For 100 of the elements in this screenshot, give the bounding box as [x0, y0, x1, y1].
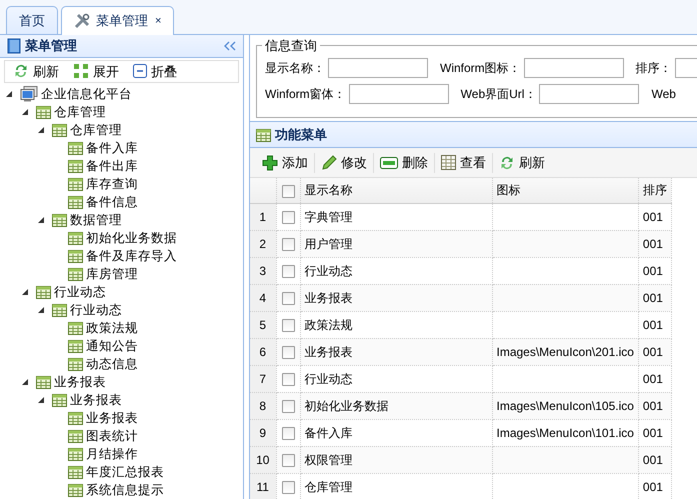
tree-node[interactable]: 业务报表: [3, 373, 243, 391]
grid-icon: [68, 178, 83, 190]
grid-icon: [68, 448, 83, 460]
collapse-panel-icon[interactable]: [224, 40, 236, 51]
grid-icon: [68, 268, 83, 280]
column-header[interactable]: 显示名称: [300, 178, 492, 203]
table-cell: Images\MenuIcon\101.ico: [496, 426, 634, 440]
checkbox[interactable]: [282, 426, 294, 440]
checkbox[interactable]: [282, 346, 294, 359]
expanded-arrow-icon[interactable]: [21, 108, 29, 116]
tree-node[interactable]: 仓库管理: [3, 121, 243, 139]
checkbox[interactable]: [282, 318, 294, 332]
refresh-button[interactable]: 刷新: [493, 152, 551, 172]
expanded-arrow-icon[interactable]: [37, 306, 45, 314]
checkbox[interactable]: [282, 400, 294, 413]
tree-node[interactable]: 企业信息化平台: [3, 85, 243, 103]
grid-icon: [68, 322, 83, 334]
grid-icon: [441, 155, 456, 170]
table-cell: 001: [638, 230, 672, 257]
expanded-arrow-icon[interactable]: [5, 90, 13, 98]
tree-node[interactable]: 备件及库存导入: [3, 247, 243, 265]
checkbox[interactable]: [282, 264, 294, 278]
grid-icon: [68, 142, 83, 154]
row-number: 8: [250, 392, 276, 419]
expanded-arrow-icon[interactable]: [37, 396, 45, 404]
field-label: Web界面Url：: [460, 86, 536, 103]
input-field[interactable]: [539, 84, 640, 104]
checkbox[interactable]: [282, 210, 294, 224]
tree-node[interactable]: 行业动态: [3, 283, 243, 301]
tab[interactable]: 首页: [6, 6, 58, 34]
tree-node[interactable]: 系统信息提示: [3, 481, 243, 499]
table-cell: Images\MenuIcon\201.ico: [496, 344, 634, 358]
table-cell: 业务报表: [300, 284, 492, 311]
table-cell: 001: [638, 392, 672, 419]
close-icon[interactable]: ×: [155, 12, 162, 30]
row-number: 2: [250, 230, 276, 257]
row-number: 7: [250, 365, 276, 392]
field-label: Winform窗体：: [265, 86, 346, 103]
refresh-button[interactable]: 刷新: [13, 62, 59, 81]
expand-button[interactable]: 展开: [73, 62, 119, 81]
expanded-arrow-icon[interactable]: [21, 288, 29, 296]
minus-square-icon: [133, 64, 147, 78]
delete-button[interactable]: 删除: [374, 152, 435, 172]
expanded-arrow-icon[interactable]: [37, 216, 45, 224]
edit-button[interactable]: 修改: [315, 152, 374, 172]
tree-node[interactable]: 数据管理: [3, 211, 243, 229]
grid-icon: [36, 106, 51, 118]
input-field[interactable]: [348, 84, 449, 104]
refresh-icon: [13, 63, 29, 80]
table-cell: 权限管理: [300, 446, 492, 473]
row-number: 1: [250, 203, 276, 230]
add-button[interactable]: 添加: [256, 152, 315, 172]
checkbox[interactable]: [282, 292, 294, 305]
row-number: 6: [250, 338, 276, 365]
tree-node[interactable]: 通知公告: [3, 337, 243, 355]
checkbox[interactable]: [282, 372, 294, 386]
checkbox[interactable]: [282, 454, 294, 467]
tab[interactable]: 菜单管理 ×: [61, 6, 174, 35]
expanded-arrow-icon[interactable]: [37, 126, 45, 134]
checkbox[interactable]: [282, 238, 294, 251]
collapse-button[interactable]: 折叠: [133, 62, 177, 81]
tree-node[interactable]: 备件出库: [3, 157, 243, 175]
grid-icon: [256, 128, 271, 142]
minus-bar-icon: [380, 156, 398, 168]
tree-node[interactable]: 动态信息: [3, 355, 243, 373]
checkbox[interactable]: [282, 480, 294, 494]
tree-node[interactable]: 库存查询: [3, 175, 243, 193]
column-header[interactable]: 图标: [492, 178, 638, 203]
tree-node[interactable]: 仓库管理: [3, 103, 243, 121]
tree-node[interactable]: 业务报表: [3, 409, 243, 427]
tree-node[interactable]: 初始化业务数据: [3, 229, 243, 247]
expanded-arrow-icon[interactable]: [21, 378, 29, 386]
grid-icon: [68, 412, 83, 424]
input-field[interactable]: [524, 58, 624, 78]
input-field[interactable]: [328, 58, 428, 78]
grid-icon: [52, 394, 67, 406]
refresh-icon: [499, 154, 515, 170]
tree-node[interactable]: 政策法规: [3, 319, 243, 337]
tree-node[interactable]: 年度汇总报表: [3, 463, 243, 481]
tree-node[interactable]: 图表统计: [3, 427, 243, 445]
grid-icon: [36, 286, 51, 298]
view-button[interactable]: 查看: [435, 152, 493, 172]
grid-icon: [68, 466, 83, 478]
tree-node[interactable]: 备件入库: [3, 139, 243, 157]
panel-title: 菜单管理: [25, 37, 78, 55]
tree-node[interactable]: 业务报表: [3, 391, 243, 409]
tree-node[interactable]: 行业动态: [3, 301, 243, 319]
column-header[interactable]: 排序: [638, 178, 672, 203]
panel-title: 功能菜单: [275, 126, 327, 144]
grid-icon: [68, 196, 83, 208]
table-cell: 001: [638, 284, 672, 311]
tree-node[interactable]: 备件信息: [3, 193, 243, 211]
tree-node[interactable]: 月结操作: [3, 445, 243, 463]
tree-node[interactable]: 库房管理: [3, 265, 243, 283]
grid-icon: [52, 124, 67, 136]
computer-icon: [20, 86, 38, 102]
row-number: 9: [250, 419, 276, 446]
grid-icon: [52, 214, 67, 226]
grid-icon: [68, 340, 83, 352]
select-all-checkbox[interactable]: [282, 184, 294, 198]
